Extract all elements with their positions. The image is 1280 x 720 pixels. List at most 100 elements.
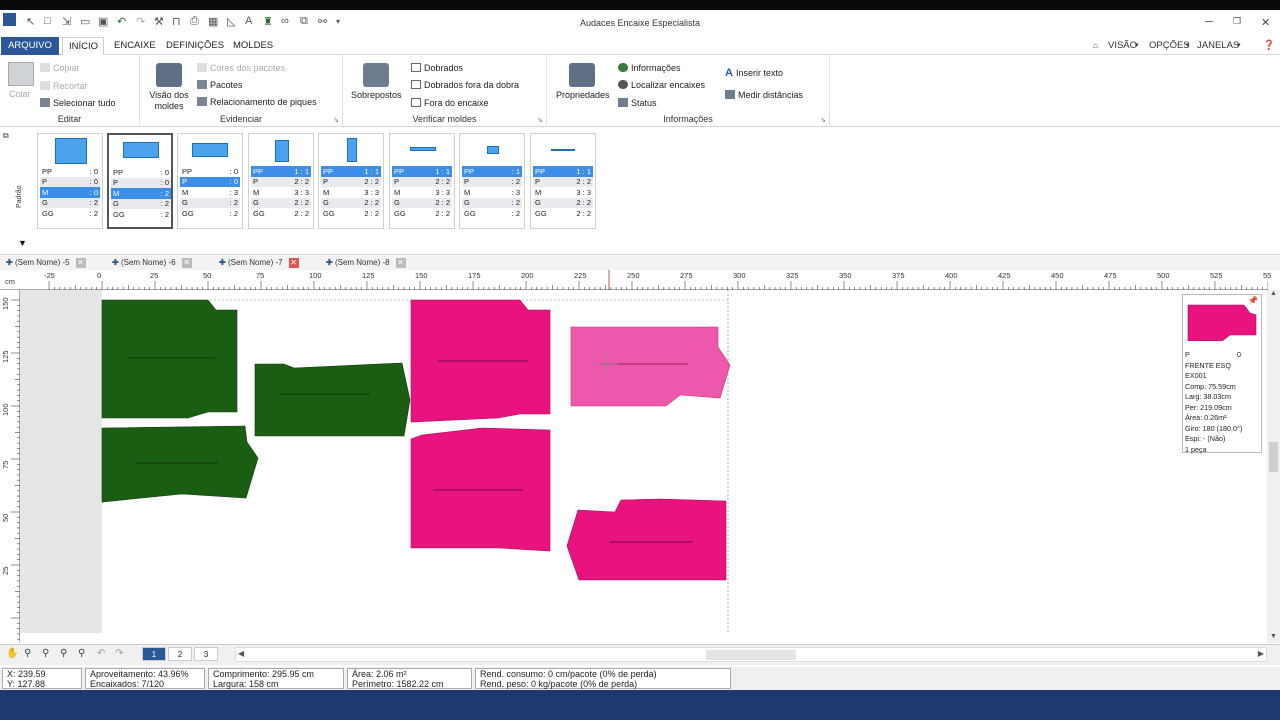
restore-button[interactable]: ❐ [1233, 16, 1241, 27]
size-row[interactable]: GG 2 : 2 [321, 208, 381, 219]
hand-icon[interactable]: ✋ [6, 648, 18, 659]
size-row[interactable]: GG: 2 [40, 208, 100, 219]
size-row[interactable]: M 3 : 3 [321, 187, 381, 198]
size-row[interactable]: G: 2 [462, 197, 522, 208]
dobrados-fora-button[interactable]: Dobrados fora da dobra [411, 80, 519, 90]
vertical-scrollbar[interactable]: ▲ ▼ [1267, 290, 1280, 643]
cores-dos-pacotes-button[interactable]: Cores dos pacotes [197, 63, 285, 73]
size-row[interactable]: P: 2 [462, 176, 522, 187]
undo-zoom-icon[interactable]: ↶ [97, 648, 105, 659]
redo-zoom-icon[interactable]: ↷ [115, 648, 123, 659]
size-row[interactable]: M: 3 [180, 187, 240, 198]
pin-icon[interactable]: 📌 [1248, 296, 1258, 307]
pacotes-button[interactable]: Pacotes [197, 80, 243, 90]
minimize-button[interactable]: ─ [1205, 16, 1213, 28]
piece-green-1[interactable] [101, 299, 238, 419]
fora-do-encaixe-button[interactable]: Fora do encaixe [411, 98, 489, 108]
menu-opcoes[interactable]: OPÇÕES [1149, 37, 1190, 55]
dobrados-button[interactable]: Dobrados [411, 63, 463, 73]
size-row[interactable]: M: 3 [462, 187, 522, 198]
size-row[interactable]: G2 : 2 [251, 197, 311, 208]
size-row[interactable]: PP: 1 [462, 166, 522, 177]
size-row[interactable]: PP 1 : 1 [392, 166, 452, 177]
size-row[interactable]: P2 : 2 [533, 176, 593, 187]
scroll-thumb[interactable] [1269, 442, 1278, 472]
zoom-out-icon[interactable]: ⚲ [78, 648, 85, 659]
page-3[interactable]: 3 [194, 647, 218, 661]
doc-tab-active[interactable]: ✚ (Sem Nome) -7 ✕ [219, 257, 299, 269]
zoom-in-icon[interactable]: ⚲ [60, 648, 67, 659]
size-row[interactable]: PP 1 : 1 [251, 166, 311, 177]
size-row[interactable]: M 3 : 3 [251, 187, 311, 198]
piece-pink-3[interactable] [566, 498, 727, 581]
size-row[interactable]: GG: 2 [111, 209, 171, 220]
copiar-button[interactable]: Copiar [40, 63, 80, 73]
size-row[interactable]: M: 0 [40, 187, 100, 198]
piece-thumbnail[interactable]: PP 1 : 1P2 : 2M3 : 3G2 : 2 GG 2 : 2 [248, 133, 314, 229]
size-row[interactable]: P: 0 [111, 177, 171, 188]
piece-green-3[interactable] [101, 425, 259, 503]
dialog-launcher-icon[interactable]: ⇘ [820, 116, 826, 124]
scroll-up-icon[interactable]: ▲ [1270, 290, 1277, 297]
scroll-down-icon[interactable]: ▼ [1270, 633, 1277, 640]
page-2[interactable]: 2 [168, 647, 192, 661]
collapse-ribbon-icon[interactable]: ⌂ [1093, 37, 1098, 55]
scroll-right-icon[interactable]: ▶ [1258, 649, 1264, 658]
piece-pink-selected[interactable] [570, 326, 731, 407]
localizar-button[interactable]: Localizar encaixes [618, 80, 705, 90]
size-row[interactable]: M 3 : 3 [533, 187, 593, 198]
size-row[interactable]: GG: 2 [180, 208, 240, 219]
selecionar-tudo-button[interactable]: Selecionar tudo [40, 98, 116, 108]
tab-definicoes[interactable]: DEFINIÇÕES [160, 37, 230, 55]
size-row[interactable]: G: 2 [40, 197, 100, 208]
size-row[interactable]: P2 : 2 [392, 176, 452, 187]
visao-dos-moldes-button[interactable]: Visão dos moldes [148, 90, 190, 112]
marker-canvas[interactable] [20, 290, 1268, 633]
piece-pink-2[interactable] [410, 427, 551, 552]
doc-tab[interactable]: ✚ (Sem Nome) -8 ✕ [326, 257, 406, 269]
recortar-button[interactable]: Recortar [40, 81, 88, 91]
size-row[interactable]: PP 1 : 1 [533, 166, 593, 177]
size-row[interactable]: GG 2 : 2 [392, 208, 452, 219]
scroll-left-icon[interactable]: ◀ [238, 649, 244, 658]
expand-arrow-icon[interactable]: ▼ [18, 238, 27, 248]
piece-pink-1[interactable] [410, 299, 551, 423]
piece-thumbnail[interactable]: PP: 0P: 0M: 0G: 2 GG: 2 [37, 133, 103, 229]
close-tab-icon[interactable]: ✕ [395, 258, 406, 268]
pin-icon[interactable]: ⧉ [3, 131, 9, 141]
propriedades-button[interactable]: Propriedades [556, 90, 610, 100]
size-row[interactable]: P2 : 2 [251, 176, 311, 187]
size-row[interactable]: G2 : 2 [392, 197, 452, 208]
tab-arquivo[interactable]: ARQUIVO [1, 37, 59, 55]
inserir-texto-button[interactable]: A Inserir texto [725, 67, 783, 79]
piece-thumbnail[interactable]: PP: 0P: 0M: 2G: 2 GG: 2 [107, 133, 173, 229]
zoom-window-icon[interactable]: ⚲ [42, 648, 49, 659]
close-button[interactable]: ✕ [1261, 16, 1270, 29]
dialog-launcher-icon[interactable]: ⇘ [333, 116, 339, 124]
size-row[interactable]: P: 0 [40, 176, 100, 187]
size-row[interactable]: P: 0 [180, 176, 240, 187]
size-row[interactable]: PP: 0 [40, 166, 100, 177]
size-row[interactable]: G: 2 [180, 197, 240, 208]
page-1[interactable]: 1 [142, 647, 166, 661]
size-row[interactable]: GG: 2 [462, 208, 522, 219]
tab-encaixe[interactable]: ENCAIXE [108, 37, 162, 55]
sobrepostos-button[interactable]: Sobrepostos [351, 90, 402, 100]
size-row[interactable]: P2 : 2 [321, 176, 381, 187]
piece-thumbnail[interactable]: PP 1 : 1P2 : 2M3 : 3G2 : 2 GG 2 : 2 [389, 133, 455, 229]
size-row[interactable]: G: 2 [111, 198, 171, 209]
close-tab-icon[interactable]: ✕ [288, 258, 299, 268]
doc-tab[interactable]: ✚ (Sem Nome) -6 ✕ [112, 257, 192, 269]
tab-inicio[interactable]: INÍCIO [62, 37, 104, 55]
colar-button[interactable]: Colar [9, 89, 31, 99]
piece-thumbnail[interactable]: PP: 0P: 0M: 3G: 2 GG: 2 [177, 133, 243, 229]
tab-moldes[interactable]: MOLDES [227, 37, 279, 55]
size-row[interactable]: M: 2 [111, 188, 171, 199]
zoom-icon[interactable]: ⚲ [24, 648, 31, 659]
close-tab-icon[interactable]: ✕ [181, 258, 192, 268]
help-icon[interactable]: ❓ [1263, 37, 1275, 55]
medir-button[interactable]: Medir distâncias [725, 90, 803, 100]
menu-janelas[interactable]: JANELAS [1197, 37, 1239, 55]
relacionamento-button[interactable]: Relacionamento de piques [197, 97, 317, 107]
status-button[interactable]: Status [618, 98, 657, 108]
